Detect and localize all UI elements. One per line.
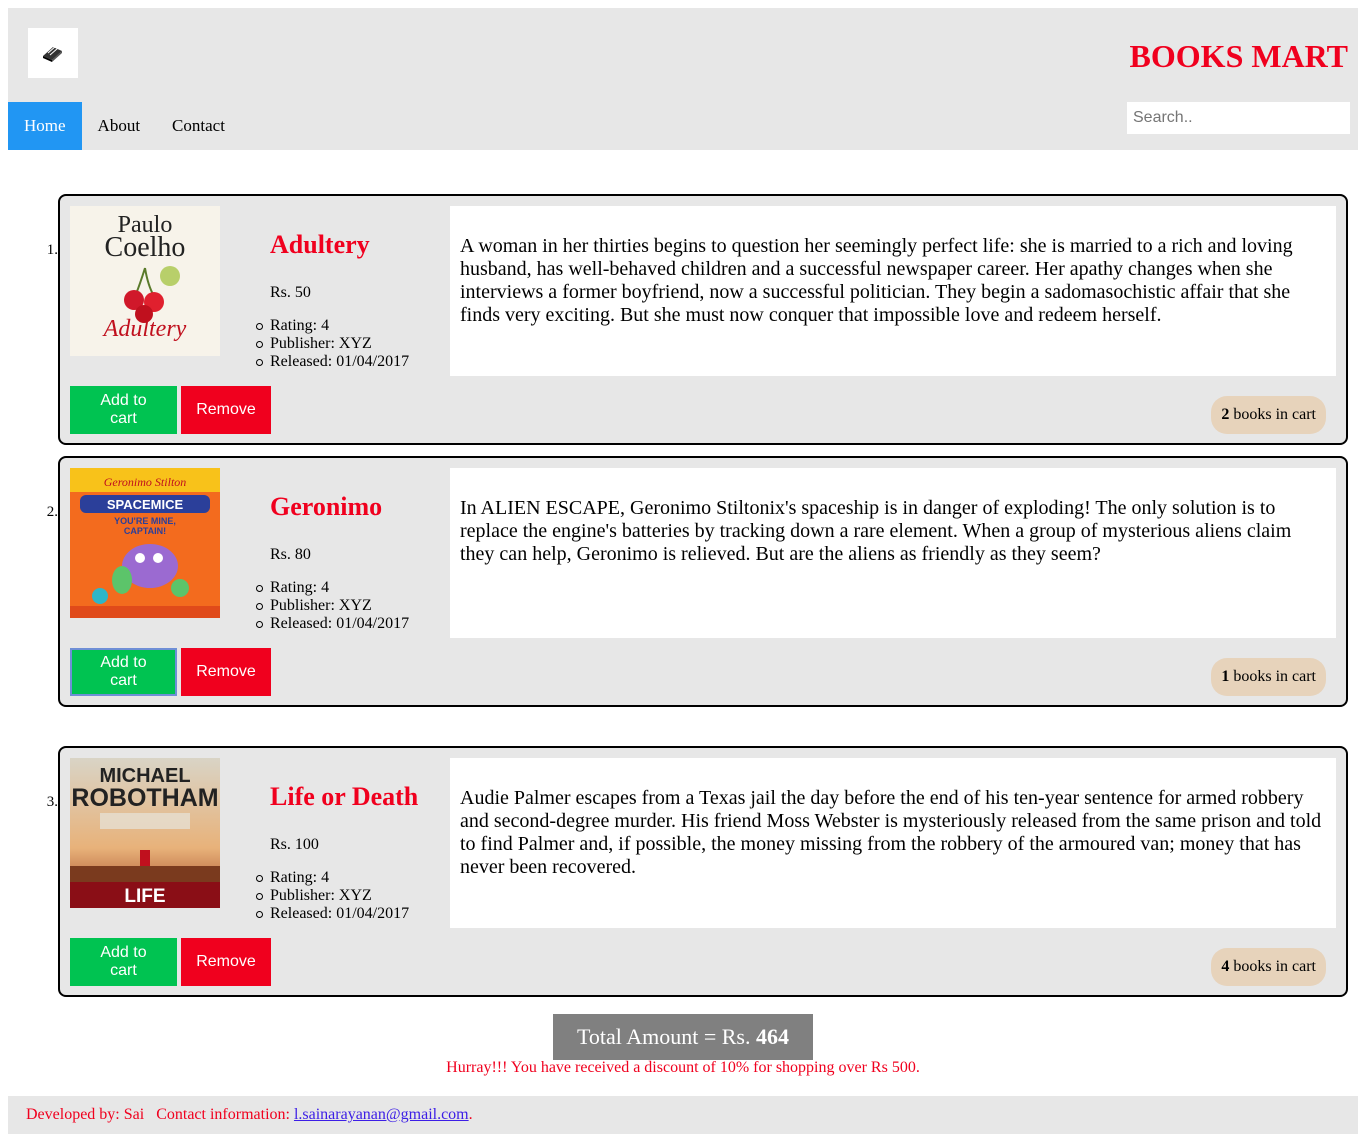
book-description: Audie Palmer escapes from a Texas jail t…	[450, 758, 1336, 928]
cart-count-badge: 2 books in cart	[1211, 396, 1326, 434]
remove-button[interactable]: Remove	[181, 938, 271, 986]
book-meta-list: Rating: 4 Publisher: XYZ Released: 01/04…	[255, 869, 410, 923]
footer-trailing: .	[468, 1106, 473, 1123]
book-price: Rs. 80	[270, 546, 311, 563]
list-number: 3.	[46, 794, 58, 810]
book-card-adultery: 1. Paulo Coelho Adultery Adultery Rs. 50…	[47, 194, 1348, 445]
book-released: Released: 01/04/2017	[255, 615, 410, 632]
book-released: Released: 01/04/2017	[255, 353, 410, 370]
nav-about[interactable]: About	[82, 102, 157, 150]
list-number: 1.	[46, 242, 58, 258]
svg-text:Coelho: Coelho	[105, 232, 186, 263]
book-released: Released: 01/04/2017	[255, 905, 410, 922]
book-price: Rs. 50	[270, 284, 311, 301]
book-price: Rs. 100	[270, 836, 319, 853]
book-title: Life or Death	[270, 782, 419, 811]
total-amount: Total Amount = Rs. 464	[553, 1014, 813, 1060]
book-description: A woman in her thirties begins to questi…	[450, 206, 1336, 376]
book-rating: Rating: 4	[255, 869, 409, 887]
cart-count-badge: 4 books in cart	[1211, 948, 1326, 986]
book-publisher: Publisher: XYZ	[255, 597, 409, 615]
cart-count-badge: 1 books in cart	[1211, 658, 1326, 696]
remove-button[interactable]: Remove	[181, 386, 271, 434]
svg-text:Geronimo Stilton: Geronimo Stilton	[104, 475, 187, 489]
developer-credit: Developed by: Sai	[26, 1106, 145, 1123]
cart-count-label: books in cart	[1229, 406, 1316, 423]
svg-text:ROBOTHAM: ROBOTHAM	[71, 784, 218, 812]
cart-count-label: books in cart	[1229, 958, 1316, 975]
search-input[interactable]	[1127, 102, 1350, 134]
svg-text:LIFE: LIFE	[124, 886, 165, 907]
main-nav: Home About Contact	[8, 102, 241, 150]
book-title: Adultery	[270, 230, 370, 259]
book-cover-life-or-death[interactable]: MICHAEL ROBOTHAM LIFE	[70, 758, 220, 908]
discount-message: Hurray!!! You have received a discount o…	[446, 1059, 920, 1076]
cart-count-label: books in cart	[1229, 668, 1316, 685]
svg-text:Adultery: Adultery	[102, 316, 187, 342]
total-label: Total Amount = Rs.	[577, 1024, 756, 1049]
add-to-cart-button[interactable]: Add to cart	[70, 386, 177, 434]
brand-title: BOOKS MART	[1129, 38, 1348, 74]
book-card-life-or-death: 3. MICHAEL ROBOTHAM LIFE Life or Death R…	[47, 746, 1348, 997]
remove-button[interactable]: Remove	[181, 648, 271, 696]
book-meta-list: Rating: 4 Publisher: XYZ Released: 01/04…	[255, 579, 410, 633]
book-publisher: Publisher: XYZ	[255, 887, 409, 905]
contact-label: Contact information:	[156, 1106, 290, 1123]
book-publisher: Publisher: XYZ	[255, 335, 409, 353]
contact-email-link[interactable]: l.sainarayanan@gmail.com	[294, 1106, 469, 1123]
footer: Developed by: Sai Contact information: l…	[8, 1096, 1358, 1134]
svg-text:CAPTAIN!: CAPTAIN!	[124, 526, 166, 536]
book-meta-list: Rating: 4 Publisher: XYZ Released: 01/04…	[255, 317, 410, 371]
book-cover-adultery[interactable]: Paulo Coelho Adultery	[70, 206, 220, 356]
total-value: 464	[755, 1024, 789, 1049]
add-to-cart-button[interactable]: Add to cart	[70, 648, 177, 696]
svg-text:YOU'RE MINE,: YOU'RE MINE,	[114, 516, 176, 526]
book-logo-icon[interactable]	[28, 28, 78, 78]
book-cover-geronimo[interactable]: Geronimo Stilton SPACEMICE YOU'RE MINE, …	[70, 468, 220, 618]
nav-home[interactable]: Home	[8, 102, 82, 150]
book-title: Geronimo	[270, 492, 383, 521]
book-rating: Rating: 4	[255, 317, 409, 335]
book-card-geronimo: 2. Geronimo Stilton SPACEMICE YOU'RE MIN…	[47, 456, 1348, 707]
book-rating: Rating: 4	[255, 579, 409, 597]
nav-contact[interactable]: Contact	[156, 102, 241, 150]
svg-text:SPACEMICE: SPACEMICE	[107, 497, 184, 512]
add-to-cart-button[interactable]: Add to cart	[70, 938, 177, 986]
book-description: In ALIEN ESCAPE, Geronimo Stiltonix's sp…	[450, 468, 1336, 638]
list-number: 2.	[46, 504, 58, 520]
